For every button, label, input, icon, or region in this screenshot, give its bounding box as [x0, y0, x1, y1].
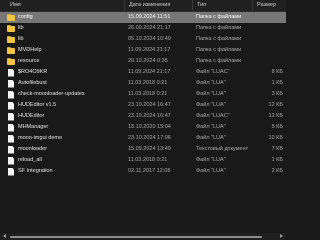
scroll-left-icon[interactable]	[3, 234, 6, 238]
file-name: Autofilebust	[18, 80, 47, 86]
file-icon	[8, 167, 14, 176]
file-icon	[8, 145, 14, 154]
file-type: Папка с файлами	[196, 25, 242, 31]
file-icon	[8, 123, 14, 132]
file-name: check-moonloader-updates	[18, 91, 85, 97]
file-size	[259, 56, 283, 67]
column-divider[interactable]	[252, 0, 253, 11]
file-name: moonloader	[18, 146, 48, 152]
file-row[interactable]: $RO4O9KR 11.09.2024 21:17 Файл "LUAC" 8 КБ	[0, 67, 286, 78]
file-row[interactable]: lib 05.10.2024 10:49 Папка с файлами	[0, 34, 286, 45]
file-type: Файл "LUA"	[196, 91, 226, 97]
folder-icon	[7, 47, 15, 54]
scrollbar-thumb[interactable]	[10, 236, 262, 238]
file-size: 5 КБ	[271, 124, 283, 130]
file-size: 12 КБ	[268, 102, 283, 108]
file-icon	[8, 112, 14, 121]
file-size: 10 КБ	[268, 135, 283, 141]
file-size	[259, 12, 283, 23]
file-icon	[8, 90, 14, 99]
file-row[interactable]: MHManager 18.10.2020 15:04 Файл "LUA" 5 КБ	[0, 122, 286, 133]
column-header-name[interactable]: Имя	[10, 0, 21, 11]
file-type: Файл "LUA"	[196, 168, 226, 174]
file-type: Папка с файлами	[196, 58, 242, 64]
file-size: 3 КБ	[271, 91, 283, 97]
column-header-type[interactable]: Тип	[197, 0, 206, 11]
file-type: Файл "LUA"	[196, 157, 226, 163]
file-size: 1 КБ	[271, 80, 283, 86]
file-explorer: Имя Дата изменения Тип Размер config 15.0…	[0, 0, 286, 240]
file-size: 12 КБ	[268, 113, 283, 119]
column-header-size[interactable]: Размер	[257, 0, 276, 11]
file-name: config	[18, 14, 33, 20]
column-divider[interactable]	[192, 0, 193, 11]
file-size: 2 КБ	[271, 168, 283, 174]
file-name: resource	[18, 58, 40, 64]
file-name: MVDHelp	[18, 47, 42, 53]
file-name: $RO4O9KR	[18, 69, 48, 75]
file-row[interactable]: SF Integration 02.11.2017 12:08 Файл "LUA"…	[0, 166, 286, 177]
file-type: Файл "LUAC"	[196, 69, 230, 75]
file-icon	[8, 68, 14, 77]
file-size	[259, 45, 283, 56]
file-list: config 15.09.2024 11:51 Папка с файлами lib…	[0, 12, 286, 177]
file-size	[259, 23, 283, 34]
file-row[interactable]: HUDEditor 23.10.2024 16:47 Файл "LUAC" 12 К…	[0, 111, 286, 122]
file-row[interactable]: lib 26.09.2024 21:17 Папка с файлами	[0, 23, 286, 34]
file-size: 7 КБ	[271, 146, 283, 152]
file-type: Папка с файлами	[196, 14, 242, 20]
scroll-right-icon[interactable]	[280, 234, 283, 238]
file-name: HUDEditor	[18, 113, 45, 119]
file-type: Файл "LUA"	[196, 102, 226, 108]
file-type: Текстовый документ	[196, 146, 249, 152]
file-type: Файл "LUA"	[196, 124, 226, 130]
file-type: Файл "LUAC"	[196, 113, 230, 119]
file-row[interactable]: Autofilebust 11.03.2018 0:21 Файл "LUA" 1 К…	[0, 78, 286, 89]
file-size	[259, 34, 283, 45]
file-size: 8 КБ	[271, 69, 283, 75]
file-row[interactable]: resource 20.10.2024 0:35 Папка с файлами	[0, 56, 286, 67]
horizontal-scrollbar[interactable]	[0, 233, 286, 240]
file-row[interactable]: moonloader 15.09.2024 13:49 Текстовый доку…	[0, 144, 286, 155]
folder-icon	[7, 25, 15, 32]
file-row[interactable]: moon-imgui demo 23.10.2024 17:06 Файл "LUA…	[0, 133, 286, 144]
file-name: SF Integration	[18, 168, 53, 174]
folder-icon	[7, 36, 15, 43]
file-icon	[8, 134, 14, 143]
file-row[interactable]: config 15.09.2024 11:51 Папка с файлами	[0, 12, 286, 23]
file-type: Папка с файлами	[196, 47, 242, 53]
folder-icon	[7, 14, 15, 21]
file-name: lib	[18, 36, 24, 42]
folder-icon	[7, 58, 15, 65]
file-icon	[8, 79, 14, 88]
file-size: 1 КБ	[271, 157, 283, 163]
column-divider[interactable]	[124, 0, 125, 11]
file-row[interactable]: reload_all 11.03.2018 0:21 Файл "LUA" 1 КБ	[0, 155, 286, 166]
file-name: moon-imgui demo	[18, 135, 63, 141]
file-icon	[8, 101, 14, 110]
file-type: Файл "LUA"	[196, 135, 226, 141]
file-row[interactable]: MVDHelp 11.09.2024 21:17 Папка с файлами	[0, 45, 286, 56]
file-name: lib	[18, 25, 24, 31]
file-row[interactable]: check-moonloader-updates 11.03.2018 0:21 Ф…	[0, 89, 286, 100]
file-icon	[8, 156, 14, 165]
file-type: Папка с файлами	[196, 36, 242, 42]
file-name: HUDEditor v1.5	[18, 102, 57, 108]
file-name: MHManager	[18, 124, 49, 130]
file-name: reload_all	[18, 157, 42, 163]
column-header-date[interactable]: Дата изменения	[129, 0, 170, 11]
column-header-bar: Имя Дата изменения Тип Размер	[0, 0, 286, 12]
file-type: Файл "LUA"	[196, 80, 226, 86]
file-row[interactable]: HUDEditor v1.5 23.10.2024 16:47 Файл "LUA"…	[0, 100, 286, 111]
